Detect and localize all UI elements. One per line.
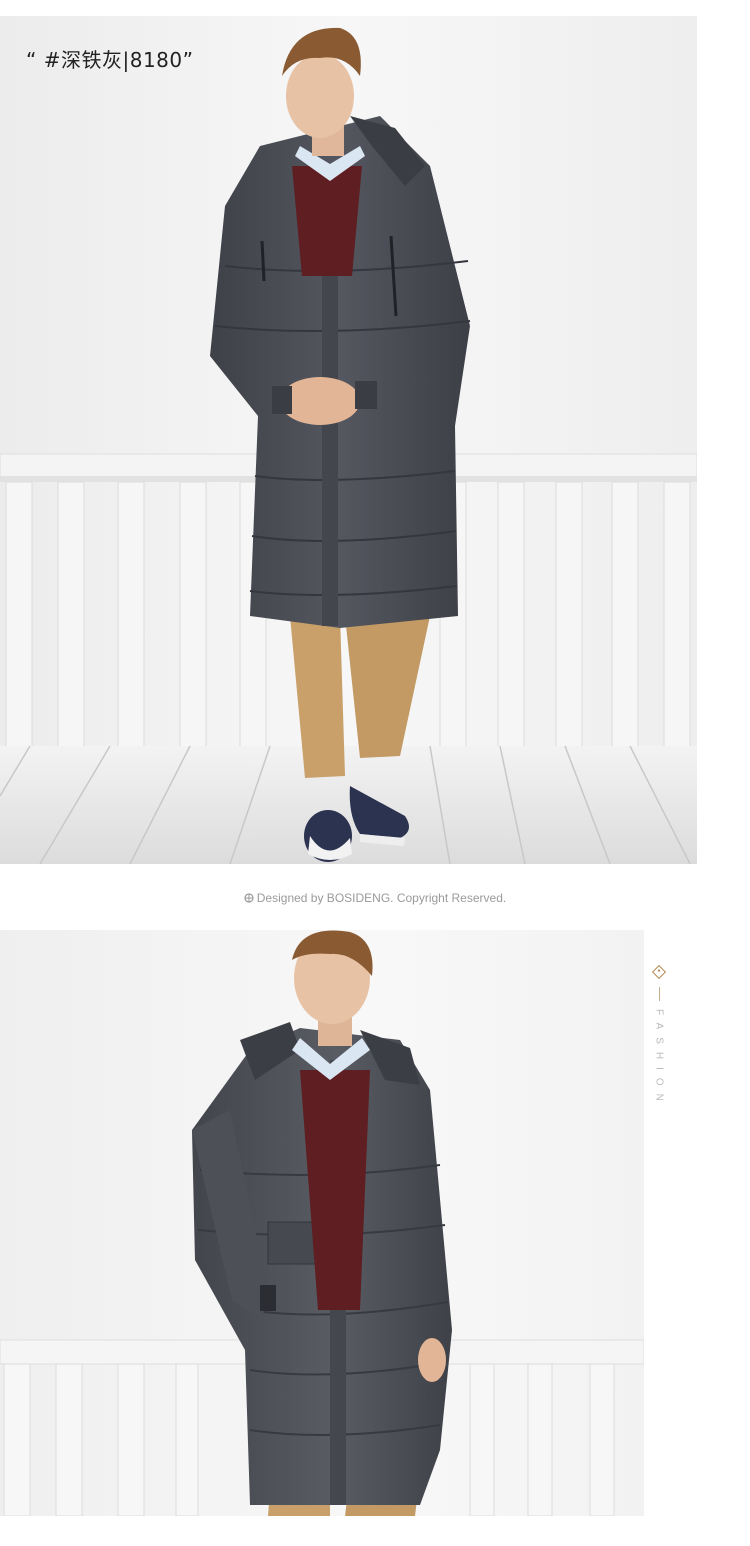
- credit-text: Designed by BOSIDENG. Copyright Reserved…: [256, 891, 507, 905]
- photo-three-quarter-illustration: [0, 930, 644, 1516]
- copyright-credit: Designed by BOSIDENG. Copyright Reserved…: [0, 891, 750, 905]
- logo-icon: [244, 893, 254, 903]
- color-name-caption: “ #深铁灰|8180”: [26, 48, 194, 72]
- fashion-vertical-text: FASHION: [653, 1009, 665, 1109]
- side-fashion-tag: FASHION: [648, 962, 670, 1109]
- photo-front-illustration: [0, 16, 697, 864]
- tag-divider: [658, 987, 660, 1001]
- product-photo-front: [0, 16, 697, 864]
- diamond-icon: [651, 964, 667, 980]
- product-photo-three-quarter: [0, 930, 644, 1516]
